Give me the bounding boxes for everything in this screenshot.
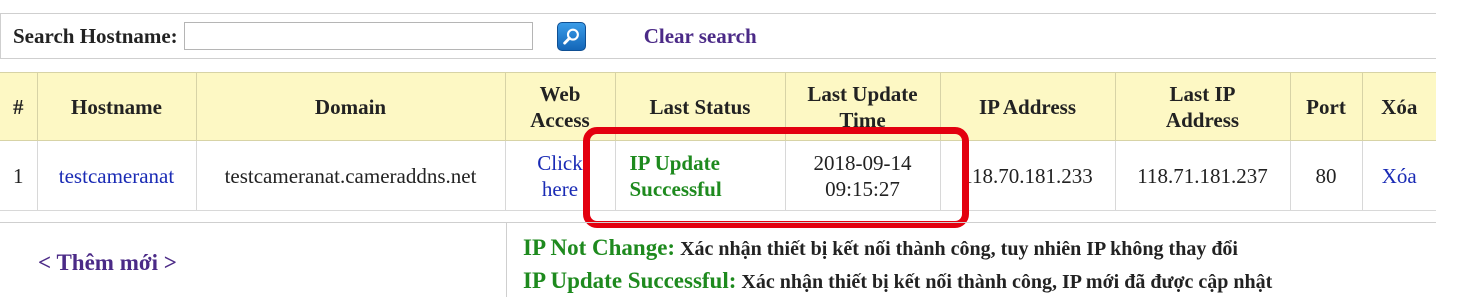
header-web-access-line2: Access bbox=[530, 107, 590, 132]
header-hostname: Hostname bbox=[36, 72, 197, 141]
hostname-link[interactable]: testcameranat bbox=[36, 140, 197, 211]
table-row: 1 testcameranat testcameranat.cameraddns… bbox=[0, 140, 1436, 211]
web-access-line1[interactable]: Click bbox=[537, 151, 583, 175]
row-index: 1 bbox=[0, 140, 38, 211]
row-domain: testcameranat.cameraddns.net bbox=[195, 140, 506, 211]
search-hostname-input[interactable] bbox=[183, 22, 533, 50]
row-ip-address: 118.70.181.233 bbox=[939, 140, 1116, 211]
header-domain: Domain bbox=[195, 72, 506, 141]
clear-search-link[interactable]: Clear search bbox=[644, 24, 757, 49]
header-last-status: Last Status bbox=[614, 72, 786, 141]
search-button[interactable] bbox=[556, 21, 586, 51]
header-last-update-time: Last Update Time bbox=[784, 72, 941, 141]
header-last-update-line1: Last Update bbox=[807, 81, 918, 106]
row-last-update-time: 2018-09-14 09:15:27 bbox=[784, 140, 941, 211]
magnifier-icon bbox=[562, 28, 579, 45]
row-port: 80 bbox=[1289, 140, 1363, 211]
header-last-ip-line1: Last IP bbox=[1169, 81, 1236, 106]
status-legend: IP Not Change: Xác nhận thiết bị kết nối… bbox=[507, 223, 1272, 297]
table-header-row: # Hostname Domain Web Access Last Status … bbox=[0, 72, 1436, 141]
footer-left: < Thêm mới > bbox=[0, 223, 507, 297]
update-date: 2018-09-14 bbox=[813, 150, 912, 175]
header-port: Port bbox=[1289, 72, 1363, 141]
header-index: # bbox=[0, 72, 38, 141]
header-last-ip-address: Last IP Address bbox=[1114, 72, 1291, 141]
footer: < Thêm mới > IP Not Change: Xác nhận thi… bbox=[0, 222, 1436, 297]
header-delete: Xóa bbox=[1361, 72, 1436, 141]
delete-link[interactable]: Xóa bbox=[1361, 140, 1436, 211]
status-line1: IP Update bbox=[629, 150, 720, 175]
legend-key: IP Update Successful: bbox=[523, 268, 737, 293]
row-last-ip-address: 118.71.181.237 bbox=[1114, 140, 1291, 211]
web-access-line2[interactable]: here bbox=[542, 177, 578, 201]
update-time: 09:15:27 bbox=[825, 176, 900, 201]
header-last-ip-line2: Address bbox=[1165, 107, 1240, 132]
legend-text: Xác nhận thiết bị kết nối thành công, IP… bbox=[741, 271, 1273, 293]
status-line2: Successful bbox=[629, 176, 722, 201]
header-web-access-line1: Web bbox=[539, 81, 581, 106]
legend-item: IP Not Change: Xác nhận thiết bị kết nối… bbox=[523, 232, 1272, 265]
header-web-access: Web Access bbox=[504, 72, 616, 141]
legend-item: IP Update Successful: Xác nhận thiết bị … bbox=[523, 265, 1272, 298]
header-last-update-line2: Time bbox=[839, 107, 886, 132]
add-new-link[interactable]: < Thêm mới > bbox=[38, 250, 177, 276]
legend-key: IP Not Change: bbox=[523, 235, 676, 260]
header-ip-address: IP Address bbox=[939, 72, 1116, 141]
legend-text: Xác nhận thiết bị kết nối thành công, tu… bbox=[680, 238, 1238, 260]
web-access-link[interactable]: Click here bbox=[504, 140, 616, 211]
row-last-status: IP Update Successful bbox=[614, 140, 786, 211]
search-bar: Search Hostname: Clear search bbox=[0, 13, 1436, 59]
hostname-table: # Hostname Domain Web Access Last Status … bbox=[0, 72, 1436, 211]
search-label: Search Hostname: bbox=[13, 23, 178, 48]
